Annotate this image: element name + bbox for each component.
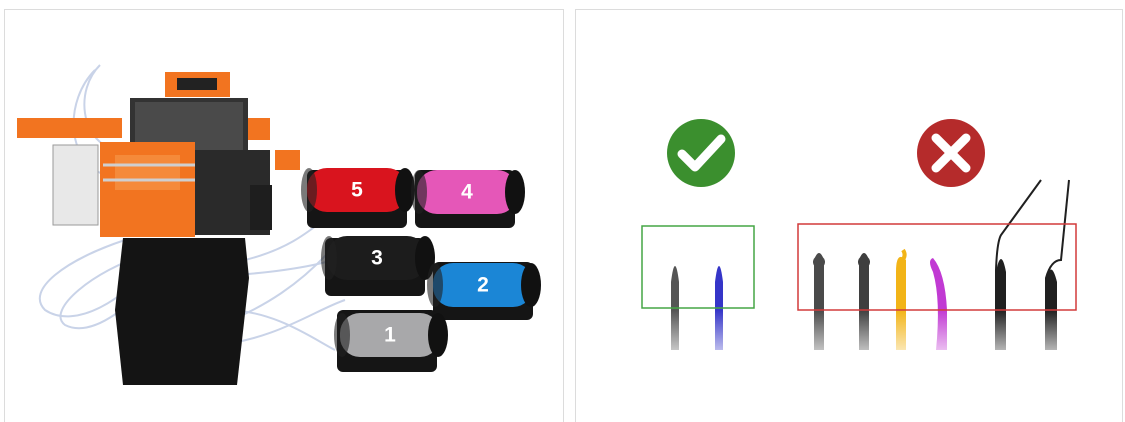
- spool-number-label: 3: [371, 247, 383, 270]
- printer-frame: [17, 72, 300, 237]
- check-icon: [667, 119, 735, 187]
- spool-5: 5: [301, 168, 415, 212]
- spool-number-label: 5: [351, 179, 363, 202]
- tip-comparison-illustration: [576, 119, 1122, 370]
- filament-tip-comparison-panel: [575, 9, 1123, 422]
- spool-4: 4: [411, 170, 525, 214]
- correct-tips-box: [641, 225, 755, 309]
- spool-number-label: 1: [384, 324, 396, 347]
- spool-3: 3: [321, 236, 435, 280]
- spool-number-label: 4: [461, 181, 473, 204]
- spool-number-label: 2: [477, 274, 489, 297]
- close-icon: [917, 119, 985, 187]
- printer-illustration: 5 4 3 2 1: [17, 64, 541, 385]
- printer-image-panel: 5 4 3 2 1: [4, 9, 564, 422]
- spool-2: 2: [427, 263, 541, 307]
- printer-base-plate: [115, 238, 249, 385]
- spool-1: 1: [334, 313, 448, 357]
